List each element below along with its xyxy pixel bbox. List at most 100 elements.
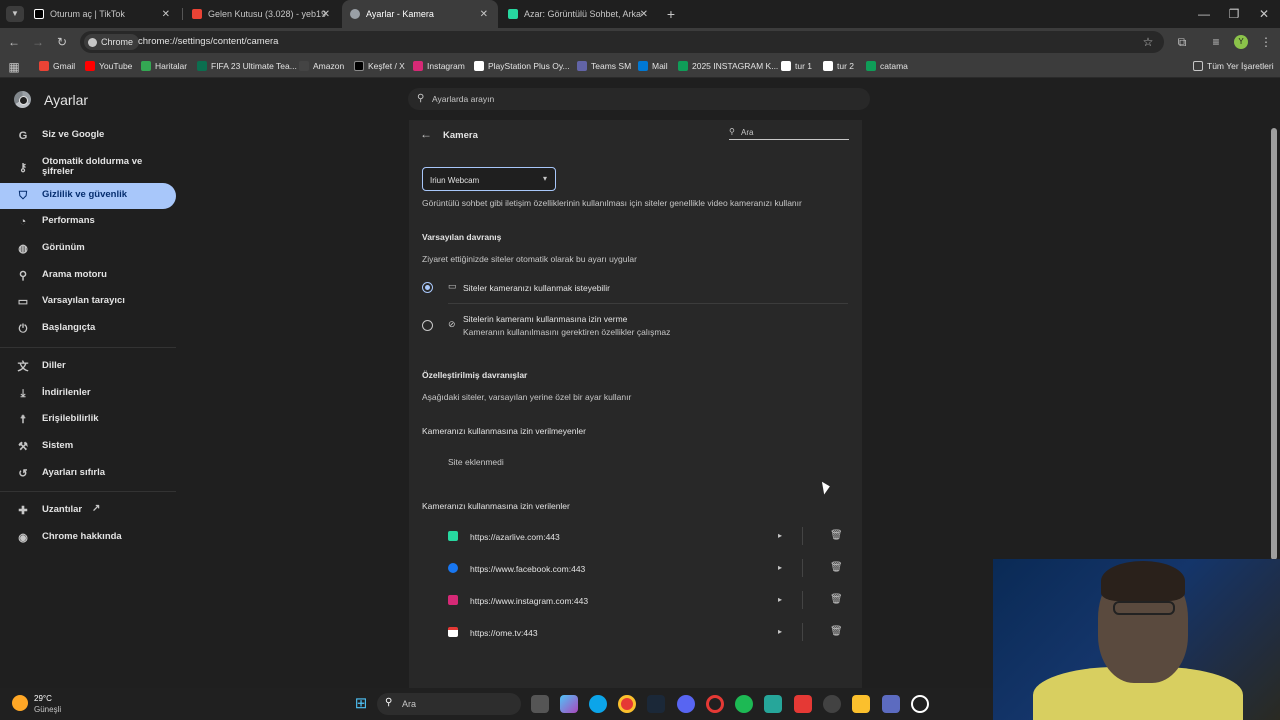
trash-icon[interactable]: 🗑 (830, 530, 843, 541)
app-icon[interactable] (764, 695, 782, 713)
site-row[interactable]: https://ome.tv:443 ▸ 🗑 (409, 620, 862, 644)
sidebar-item-appearance[interactable]: ◍ Görünüm (0, 236, 176, 262)
webcam-overlay (993, 559, 1280, 720)
start-icon[interactable]: ⊞ (352, 695, 370, 713)
restore-icon[interactable]: ❐ (1226, 6, 1242, 22)
sidebar-item-search-engine[interactable]: ⚲ Arama motoru (0, 263, 176, 289)
sidebar-item-reset[interactable]: ↺ Ayarları sıfırla (0, 461, 176, 487)
camera-settings-card: ← Kamera ⚲ Ara Iriun Webcam ▾ Görüntülü … (409, 120, 862, 690)
bookmark-item[interactable]: catama (866, 61, 908, 71)
sidebar-item-privacy[interactable]: ⛉ Gizlilik ve güvenlik (0, 183, 176, 209)
chevron-right-icon[interactable]: ▸ (778, 531, 782, 540)
page-title: Ayarlar (44, 92, 89, 108)
sidebar-item-default-browser[interactable]: ▭ Varsayılan tarayıcı (0, 289, 176, 315)
trash-icon[interactable]: 🗑 (830, 626, 843, 637)
site-row[interactable]: https://www.facebook.com:443 ▸ 🗑 (409, 556, 862, 580)
valorant-icon[interactable] (794, 695, 812, 713)
sidebar-item-extensions[interactable]: ✚ Uzantılar ↗ (0, 498, 176, 524)
taskbar-search[interactable]: ⚲ Ara (377, 693, 521, 715)
radio-block[interactable] (422, 320, 433, 331)
tab-search-icon[interactable]: ▼ (6, 6, 24, 22)
bookmark-item[interactable]: Instagram (413, 61, 465, 71)
sidebar-item-performance[interactable]: ◔ Performans (0, 209, 176, 235)
sidebar-item-label: Siz ve Google (42, 129, 105, 140)
sidebar-item-on-startup[interactable]: ⏻ Başlangıçta (0, 316, 176, 342)
sidebar-item-downloads[interactable]: ⤓ İndirilenler (0, 381, 176, 407)
spotify-icon[interactable] (735, 695, 753, 713)
bookmark-item[interactable]: tur 1 (781, 61, 812, 71)
close-tab-icon[interactable]: ✕ (480, 9, 488, 20)
sidebar-item-about[interactable]: ◉ Chrome hakkında (0, 525, 176, 551)
app-icon[interactable] (911, 695, 929, 713)
close-tab-icon[interactable]: ✕ (640, 9, 648, 20)
chevron-right-icon[interactable]: ▸ (778, 595, 782, 604)
close-tab-icon[interactable]: ✕ (322, 9, 330, 20)
all-bookmarks[interactable]: Tüm Yer İşaretleri (1193, 61, 1274, 71)
task-view-icon[interactable] (531, 695, 549, 713)
media-icon[interactable]: ≡ (1208, 34, 1224, 50)
bookmark-item[interactable]: Amazon (299, 61, 344, 71)
bookmark-item[interactable]: Gmail (39, 61, 75, 71)
site-info-chip[interactable]: Chrome (84, 34, 140, 50)
camera-search[interactable]: ⚲ Ara (729, 127, 849, 140)
trash-icon[interactable]: 🗑 (830, 594, 843, 605)
reload-icon[interactable]: ↻ (54, 34, 70, 50)
chevron-right-icon[interactable]: ▸ (778, 563, 782, 572)
sidebar-item-system[interactable]: ⚒ Sistem (0, 434, 176, 460)
trash-icon[interactable]: 🗑 (830, 562, 843, 573)
bookmark-item[interactable]: FIFA 23 Ultimate Tea... (197, 61, 297, 71)
bookmark-item[interactable]: Mail (638, 61, 668, 71)
tab-tiktok[interactable]: Oturum aç | TikTok ✕ (26, 0, 180, 28)
bookmark-item[interactable]: YouTube (85, 61, 132, 71)
bookmark-item[interactable]: 2025 INSTAGRAM K... (678, 61, 778, 71)
close-tab-icon[interactable]: ✕ (162, 9, 170, 20)
discord-icon[interactable] (677, 695, 695, 713)
extensions-icon[interactable]: ⧉ (1174, 34, 1190, 50)
app-icon[interactable] (823, 695, 841, 713)
profile-avatar[interactable]: Y (1234, 35, 1248, 49)
camera-device-select[interactable]: Iriun Webcam ▾ (422, 167, 556, 191)
back-icon[interactable]: ← (6, 34, 22, 50)
app-icon[interactable] (882, 695, 900, 713)
page-scrollbar[interactable] (1271, 128, 1277, 560)
address-bar[interactable]: Chrome chrome://settings/content/camera … (80, 31, 1164, 53)
sheets-icon (678, 61, 688, 71)
bookmark-item[interactable]: Teams SM (577, 61, 631, 71)
chevron-right-icon[interactable]: ▸ (778, 627, 782, 636)
chrome-taskbar-icon[interactable] (618, 695, 636, 713)
tab-gmail[interactable]: Gelen Kutusu (3.028) - yeb190 ✕ (184, 0, 340, 28)
forward-icon[interactable]: → (30, 34, 46, 50)
menu-icon[interactable]: ⋮ (1258, 34, 1274, 50)
sidebar-item-autofill[interactable]: ⚷ Otomatik doldurma ve şifreler (0, 153, 176, 183)
tab-settings[interactable]: Ayarlar - Kamera ✕ (342, 0, 498, 28)
radio-allow[interactable] (422, 282, 433, 293)
opera-icon[interactable] (706, 695, 724, 713)
tab-azar[interactable]: Azar: Görüntülü Sohbet, Arkada ✕ (500, 0, 658, 28)
new-tab-icon[interactable]: + (663, 6, 679, 22)
temperature: 29°C (34, 694, 52, 703)
sidebar-item-accessibility[interactable]: ☨ Erişilebilirlik (0, 407, 176, 433)
apps-icon[interactable]: ▦ (6, 59, 22, 75)
bookmark-star-icon[interactable]: ☆ (1140, 34, 1156, 50)
close-window-icon[interactable]: ✕ (1256, 6, 1272, 22)
option-allow-label[interactable]: Siteler kameranızı kullanmak isteyebilir (463, 283, 610, 293)
option-block-label[interactable]: Sitelerin kameramı kullanmasına izin ver… (463, 314, 627, 324)
copilot-icon[interactable] (560, 695, 578, 713)
sidebar-item-you-and-google[interactable]: G Siz ve Google (0, 123, 176, 149)
file-explorer-icon[interactable] (852, 695, 870, 713)
edge-icon[interactable] (589, 695, 607, 713)
bookmark-item[interactable]: tur 2 (823, 61, 854, 71)
search-icon: ⚲ (417, 93, 425, 104)
steam-icon[interactable] (647, 695, 665, 713)
bookmark-item[interactable]: PlayStation Plus Oy... (474, 61, 570, 71)
sidebar-item-languages[interactable]: 文 Diller (0, 354, 176, 380)
url-text[interactable]: chrome://settings/content/camera (138, 36, 278, 47)
site-row[interactable]: https://www.instagram.com:443 ▸ 🗑 (409, 588, 862, 612)
bookmark-item[interactable]: Haritalar (141, 61, 187, 71)
weather-widget[interactable]: 29°C Güneşli (12, 692, 92, 716)
back-arrow-icon[interactable]: ← (418, 126, 434, 142)
site-row[interactable]: https://azarlive.com:443 ▸ 🗑 (409, 524, 862, 548)
settings-search[interactable]: ⚲ Ayarlarda arayın (408, 88, 870, 110)
minimize-icon[interactable]: — (1196, 6, 1212, 22)
bookmark-item[interactable]: Keşfet / X (354, 61, 405, 71)
